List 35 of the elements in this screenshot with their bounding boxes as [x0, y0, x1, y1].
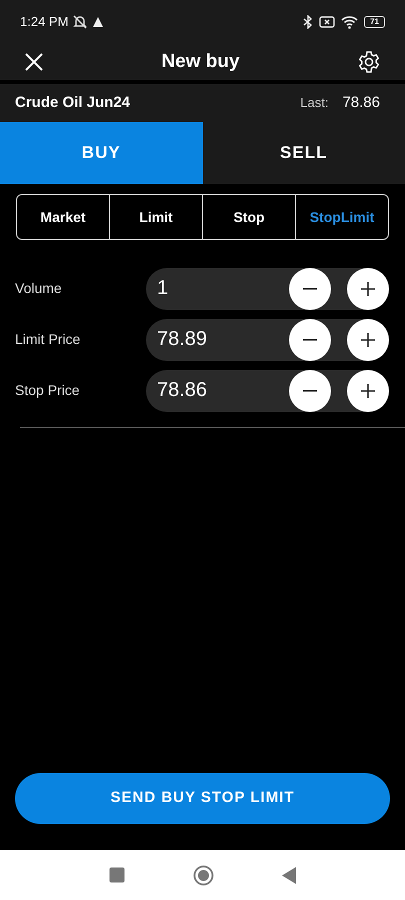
plus-icon [361, 282, 375, 296]
side-tab[interactable]: SELL [202, 122, 405, 184]
plus-icon [361, 332, 375, 346]
order-type-tab[interactable]: Market [17, 195, 109, 239]
field-label: Limit Price [14, 330, 82, 349]
send-order-button[interactable]: SEND BUY STOP LIMIT [15, 773, 390, 824]
home-icon[interactable] [193, 864, 214, 886]
minus-icon [303, 338, 317, 340]
warning-icon [92, 16, 104, 28]
back-icon[interactable] [282, 866, 296, 884]
order-type-tab[interactable]: StopLimit [295, 195, 388, 239]
instrument-name: Crude Oil Jun24 [15, 92, 130, 113]
plus-icon [361, 384, 375, 398]
field-label: Stop Price [14, 381, 81, 400]
bluetooth-icon [303, 15, 314, 29]
settings-icon[interactable] [357, 50, 381, 74]
last-price: 78.86 [342, 92, 380, 113]
increment-button[interactable] [347, 318, 389, 360]
close-icon[interactable] [24, 52, 44, 72]
side-tab[interactable]: BUY [0, 122, 202, 184]
mute-icon [72, 15, 88, 29]
status-time: 1:24 PM [20, 13, 68, 32]
minus-icon [303, 288, 317, 290]
sim-icon [319, 15, 336, 29]
recents-icon[interactable] [109, 867, 125, 883]
wifi-icon [341, 16, 358, 28]
field-label: Volume [14, 279, 63, 298]
minus-icon [303, 390, 317, 392]
order-type-tab[interactable]: Stop [202, 195, 295, 239]
last-label: Last: [300, 94, 328, 112]
screen-title: New buy [161, 50, 240, 74]
increment-button[interactable] [347, 370, 389, 412]
increment-button[interactable] [347, 268, 389, 310]
order-type-tab[interactable]: Limit [109, 195, 202, 239]
battery-indicator: 71 [364, 16, 385, 28]
